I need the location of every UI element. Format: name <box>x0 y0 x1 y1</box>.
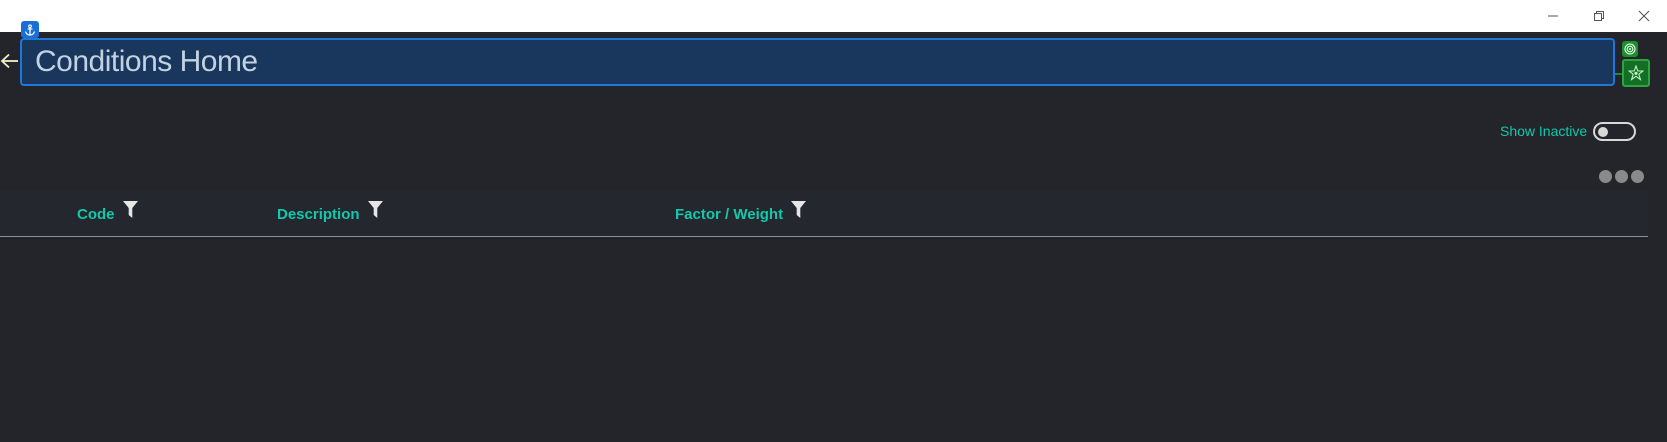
column-header-code[interactable]: Code <box>77 201 138 225</box>
dot <box>1615 170 1628 183</box>
column-label-code: Code <box>77 206 115 223</box>
filter-icon[interactable] <box>791 201 807 218</box>
anchor-icon[interactable] <box>21 21 39 38</box>
dot <box>1599 170 1612 183</box>
column-header-factor-weight[interactable]: Factor / Weight <box>675 201 807 225</box>
toggle-knob <box>1598 126 1608 137</box>
minimize-button[interactable] <box>1530 0 1576 32</box>
column-label-factor-weight: Factor / Weight <box>675 206 784 223</box>
filter-icon[interactable] <box>367 201 383 218</box>
back-button[interactable] <box>0 49 20 73</box>
grid-header: Code Description Factor / Weight <box>0 191 1648 237</box>
dot <box>1631 170 1644 183</box>
close-icon <box>1638 10 1650 22</box>
page-title-box[interactable]: Conditions Home <box>20 38 1615 86</box>
grid-body <box>0 237 1667 442</box>
column-label-description: Description <box>277 206 360 223</box>
window-titlebar <box>0 0 1667 32</box>
minimize-icon <box>1548 15 1558 17</box>
filter-icon[interactable] <box>122 201 138 218</box>
close-button[interactable] <box>1621 0 1667 32</box>
show-inactive-toggle[interactable] <box>1593 122 1636 141</box>
star-badge-icon[interactable] <box>1622 59 1650 87</box>
show-inactive-label: Show Inactive <box>1500 123 1588 139</box>
restore-icon <box>1594 11 1604 21</box>
arrow-left-icon <box>0 53 18 69</box>
page-title: Conditions Home <box>35 45 258 78</box>
restore-button[interactable] <box>1576 0 1622 32</box>
target-icon[interactable] <box>1622 41 1638 57</box>
column-header-description[interactable]: Description <box>277 201 383 225</box>
more-dots-icon[interactable] <box>1599 170 1644 184</box>
